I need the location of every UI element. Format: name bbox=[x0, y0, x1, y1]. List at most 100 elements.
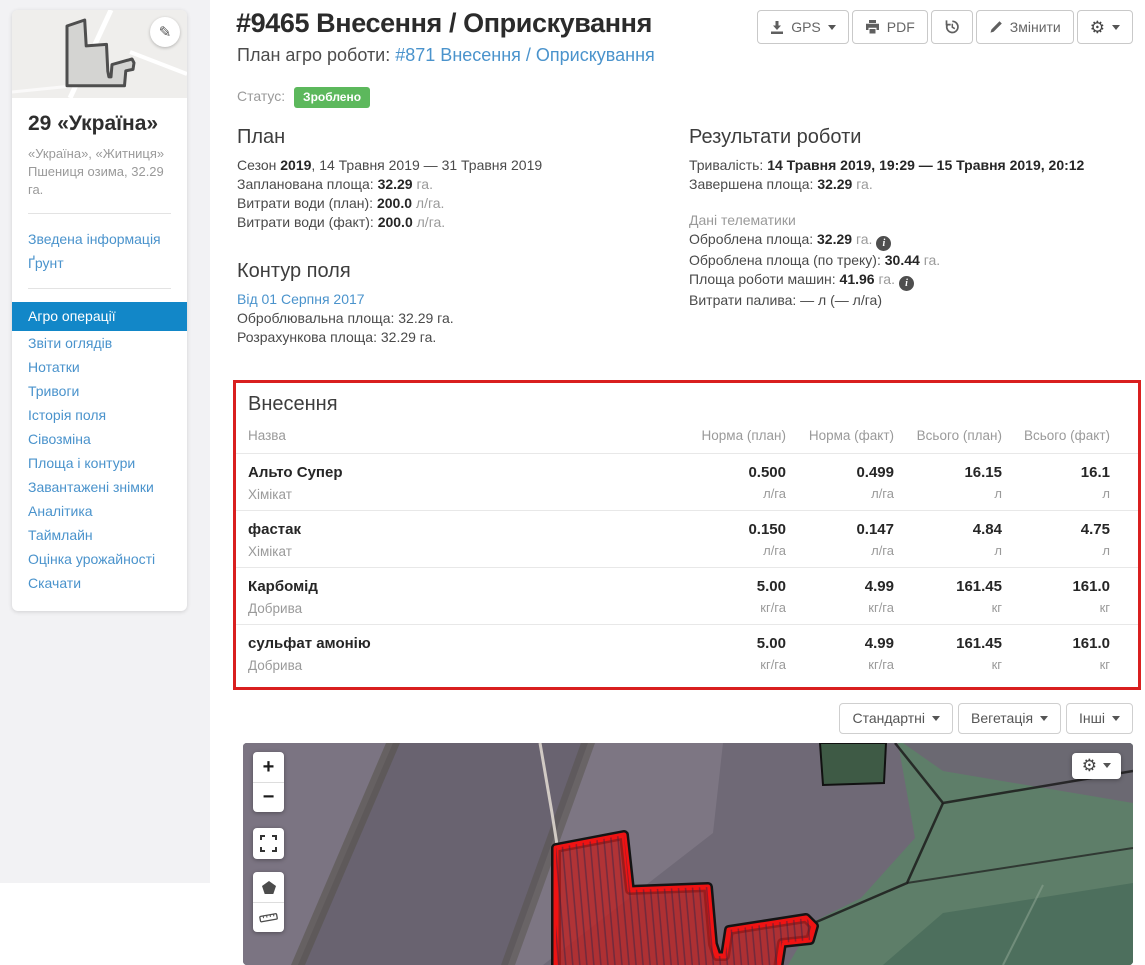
edit-button[interactable]: Змінити bbox=[975, 10, 1074, 44]
page-title: #9465 Внесення / Оприскування bbox=[236, 8, 652, 38]
other-layers-dropdown[interactable]: Інші bbox=[1066, 703, 1133, 734]
fuel-line: Витрати палива: — л (— л/га) bbox=[689, 292, 882, 308]
column-total-fact: Всього (факт) bbox=[1002, 420, 1138, 454]
sidebar-nav-item[interactable]: Аналітика bbox=[12, 499, 187, 523]
status-row: Статус: Зроблено bbox=[237, 87, 1141, 108]
edit-contour-button[interactable]: ✎ bbox=[150, 17, 180, 47]
vegetation-dropdown[interactable]: Вегетація bbox=[958, 703, 1062, 734]
table-header-row: Назва Норма (план) Норма (факт) Всього (… bbox=[236, 420, 1138, 454]
sidebar-link[interactable]: Зведена інформація bbox=[28, 227, 171, 251]
plan-rows: Запланована площа: 32.29 га. Витрати вод… bbox=[237, 175, 689, 232]
sidebar-nav-item[interactable]: Сівозміна bbox=[12, 427, 187, 451]
fullscreen-button[interactable] bbox=[253, 828, 284, 858]
field-sidebar: ✎ 29 «Україна» «Україна», «Житниця» Пшен… bbox=[12, 10, 187, 611]
plan-reference: План агро роботи: #871 Внесення / Оприск… bbox=[237, 45, 655, 66]
gear-icon: ⚙ bbox=[1081, 756, 1097, 775]
sidebar-nav-item[interactable]: Агро операції bbox=[12, 301, 187, 331]
fullscreen-icon bbox=[260, 834, 277, 852]
table-row: сульфат амонію Добрива 5.00 кг/га 4.99 кг/г… bbox=[236, 624, 1138, 681]
duration-line: Тривалість: 14 Травня 2019, 19:29 — 15 Т… bbox=[689, 157, 1085, 173]
chevron-down-icon bbox=[1112, 24, 1120, 30]
standard-layers-dropdown[interactable]: Стандартні bbox=[839, 703, 954, 734]
sidebar-link[interactable]: Ґрунт bbox=[28, 251, 171, 275]
table-row: фастак Хімікат 0.150 л/га 0.147 л/га 4.84 л … bbox=[236, 510, 1138, 568]
table-row: Альто Супер Хімікат 0.500 л/га 0.499 л/га 1… bbox=[248, 464, 1110, 502]
sidebar-nav-item[interactable]: Таймлайн bbox=[12, 523, 187, 547]
chevron-down-icon bbox=[1040, 715, 1049, 721]
info-icon[interactable]: i bbox=[898, 276, 914, 291]
divider bbox=[28, 212, 171, 214]
status-badge: Зроблено bbox=[294, 87, 371, 108]
field-crop-area: Пшениця озима, 32.29 га. bbox=[28, 164, 164, 198]
printer-icon bbox=[865, 20, 879, 34]
settings-button[interactable]: ⚙ bbox=[1076, 10, 1133, 44]
map-scene bbox=[243, 743, 1133, 965]
applications-section: Внесення Назва Норма (план) Норма (факт)… bbox=[233, 380, 1141, 690]
sidebar-nav-item[interactable]: Нотатки bbox=[12, 355, 187, 379]
sidebar-nav: Агро операції Звіти оглядів Нотатки Тривоги… bbox=[12, 301, 187, 595]
sidebar-nav-item[interactable]: Скачати bbox=[12, 571, 187, 595]
chevron-down-icon bbox=[827, 24, 836, 30]
chevron-down-icon bbox=[932, 715, 941, 721]
column-total-plan: Всього (план) bbox=[894, 420, 1002, 454]
plan-row: Запланована площа: 32.29 га. bbox=[237, 176, 433, 192]
field-groups: «Україна», «Житниця» bbox=[28, 146, 165, 161]
plan-row: Витрати води (факт): 200.0 л/га. bbox=[237, 214, 446, 230]
field-title: 29 «Україна» bbox=[28, 112, 159, 135]
completed-area-line: Завершена площа: 32.29 га. bbox=[689, 176, 873, 192]
sidebar-nav-item[interactable]: Оцінка урожайності bbox=[12, 547, 187, 571]
satellite-map[interactable]: + − ⚙ bbox=[243, 743, 1133, 965]
sidebar-nav-item[interactable]: Історія поля bbox=[12, 403, 187, 427]
telematics-row: Площа роботи машин: 41.96 га. i bbox=[689, 270, 1141, 291]
sidebar-top-links: Зведена інформація Ґрунт bbox=[28, 227, 171, 275]
sidebar-nav-item[interactable]: Площа і контури bbox=[12, 451, 187, 475]
main-content: #9465 Внесення / Оприскування План агро … bbox=[210, 0, 1145, 965]
sidebar-nav-item[interactable]: Завантажені знімки bbox=[12, 475, 187, 499]
history-button[interactable] bbox=[930, 10, 973, 44]
column-name: Назва bbox=[236, 420, 678, 454]
telematics-row: Оброблена площа (по треку): 30.44 га. bbox=[689, 252, 941, 268]
pencil-icon bbox=[990, 21, 1002, 33]
plan-link[interactable]: #871 Внесення / Оприскування bbox=[395, 45, 655, 65]
plan-heading: План bbox=[237, 126, 286, 148]
applications-heading: Внесення bbox=[248, 393, 338, 415]
map-settings-button[interactable]: ⚙ bbox=[1071, 753, 1121, 779]
polygon-icon bbox=[261, 880, 276, 894]
sidebar-nav-item[interactable]: Тривоги bbox=[12, 379, 187, 403]
map-layer-toolbar: Стандартні Вегетація Інші bbox=[233, 703, 1133, 734]
column-rate-plan: Норма (план) bbox=[678, 420, 786, 454]
measure-button[interactable] bbox=[253, 902, 284, 932]
contour-date-link[interactable]: Від 01 Серпня 2017 bbox=[237, 291, 365, 307]
zoom-out-button[interactable]: − bbox=[253, 782, 284, 812]
download-icon bbox=[771, 20, 784, 34]
contour-line: Розрахункова площа: 32.29 га. bbox=[237, 329, 437, 345]
telematics-row: Оброблена площа: 32.29 га. i bbox=[689, 230, 1141, 251]
info-icon[interactable]: i bbox=[876, 236, 892, 251]
telematics-label: Дані телематики bbox=[689, 212, 796, 228]
field-thumbnail-map[interactable]: ✎ bbox=[12, 10, 187, 98]
sidebar-nav-item[interactable]: Звіти оглядів bbox=[12, 331, 187, 355]
divider bbox=[28, 287, 171, 289]
draw-control bbox=[253, 872, 284, 932]
fullscreen-control bbox=[253, 828, 284, 859]
pdf-button[interactable]: PDF bbox=[851, 10, 928, 44]
zoom-control: + − bbox=[253, 752, 284, 812]
table-row: Карбомід Добрива 5.00 кг/га 4.99 кг/га 161.… bbox=[236, 567, 1138, 625]
pencil-icon: ✎ bbox=[158, 24, 172, 41]
action-toolbar: GPS PDF Змінити ⚙ bbox=[757, 8, 1141, 44]
history-icon bbox=[945, 20, 959, 34]
contour-heading: Контур поля bbox=[237, 260, 351, 282]
gps-download-button[interactable]: GPS bbox=[757, 10, 849, 44]
status-label: Статус: bbox=[237, 88, 286, 104]
season-line: Сезон 2019, 14 Травня 2019 — 31 Травня 2… bbox=[237, 157, 543, 173]
contour-line: Оброблювальна площа: 32.29 га. bbox=[237, 310, 454, 326]
gear-icon: ⚙ bbox=[1089, 17, 1105, 37]
ruler-icon bbox=[259, 913, 278, 923]
column-rate-fact: Норма (факт) bbox=[786, 420, 894, 454]
applications-table: Назва Норма (план) Норма (факт) Всього (… bbox=[236, 420, 1138, 681]
telematics-rows: Оброблена площа: 32.29 га. i Оброблена пл… bbox=[689, 230, 1141, 291]
plan-label: План агро роботи: bbox=[237, 45, 391, 65]
zoom-in-button[interactable]: + bbox=[253, 752, 284, 782]
draw-polygon-button[interactable] bbox=[253, 872, 284, 902]
results-heading: Результати роботи bbox=[689, 126, 862, 148]
